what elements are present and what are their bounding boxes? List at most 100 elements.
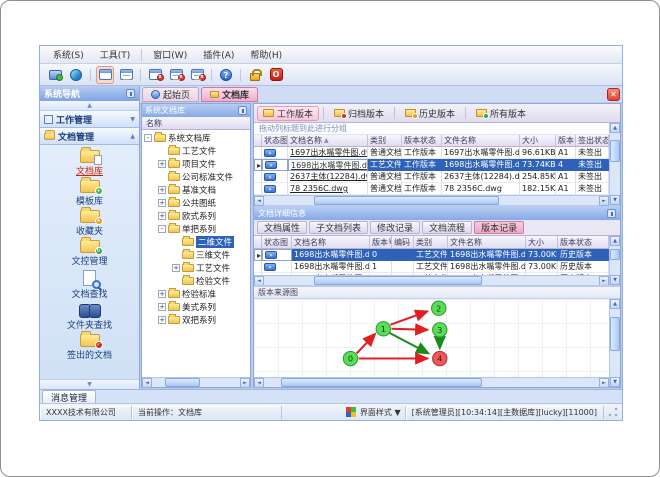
window-button[interactable] — [96, 65, 114, 84]
expand-icon[interactable]: + — [158, 315, 166, 324]
archived-version-button[interactable]: 归档版本 — [328, 106, 390, 121]
sidebar-section-work[interactable]: 工作管理 ▼ — [40, 111, 139, 128]
menu-tools[interactable]: 工具(T) — [93, 47, 138, 62]
tab-modify-record[interactable]: 修改记录 — [370, 221, 421, 234]
collapse-icon[interactable]: - — [144, 133, 152, 142]
tree-node[interactable]: + 欧式系列 — [142, 209, 250, 222]
col-version[interactable]: 版本号 — [556, 135, 576, 147]
menu-window[interactable]: 窗口(W) — [146, 47, 194, 62]
tab-doc-library[interactable]: 文档库 — [201, 87, 259, 102]
close-all-button[interactable]: x — [188, 66, 206, 84]
exit-button[interactable]: O — [267, 66, 285, 84]
version-row-selected[interactable]: ▸» 1698出水嘴零件图.dwg0 工艺文件 1698出水嘴零件图.dwg73… — [254, 249, 609, 261]
sidebar-item-checked-out[interactable]: ✓ 签出的文档 — [44, 331, 136, 362]
collapse-icon[interactable]: - — [158, 224, 166, 233]
tree-node[interactable]: + 公共图纸 — [142, 196, 250, 209]
col-code[interactable]: 编码 — [392, 236, 414, 249]
tab-doc-properties[interactable]: 文档属性 — [257, 221, 308, 234]
version-horizontal-scrollbar[interactable]: ◄ ► — [254, 275, 609, 285]
expand-icon[interactable]: + — [158, 198, 166, 207]
all-version-button[interactable]: 所有版本 — [470, 106, 532, 121]
graph-canvas[interactable]: 0 1 2 3 4 — [254, 299, 609, 377]
graph-horizontal-scrollbar[interactable]: ◄ ► — [254, 377, 609, 388]
table-horizontal-scrollbar[interactable]: ◄ ► — [254, 195, 609, 206]
tree-node[interactable]: 三维文件 — [142, 248, 250, 261]
table-vertical-scrollbar[interactable]: ▲ ▼ — [609, 123, 620, 205]
table-row[interactable]: » 2637主体(12284).dwg普通文档 工作版本2637主体(12284… — [254, 171, 609, 183]
col-category[interactable]: 类别 — [368, 135, 402, 147]
version-vertical-scrollbar[interactable]: ▲ ▼ — [609, 236, 620, 285]
table-row-selected[interactable]: ▸» 1698出水嘴零件图.dwg工艺文件 工作版本1698出水嘴零件图.dwg… — [254, 159, 609, 171]
expand-icon[interactable]: + — [158, 159, 166, 168]
col-doc-name[interactable]: 文档名称 — [292, 236, 370, 249]
tab-subdoc-list[interactable]: 子文档列表 — [309, 221, 369, 234]
sidebar-item-folder-search[interactable]: 文件夹查找 — [44, 302, 136, 332]
pin-icon[interactable] — [126, 89, 135, 98]
col-status-icon[interactable]: 状态图 — [262, 236, 292, 249]
sidebar-scroll-up[interactable]: ▲ — [40, 101, 139, 111]
col-version-state[interactable]: 版本状态 — [558, 236, 609, 249]
help-button[interactable]: ? — [217, 66, 235, 84]
tree-node[interactable]: + 基准文档 — [142, 183, 250, 196]
pin-icon[interactable] — [238, 106, 247, 115]
expand-icon[interactable]: + — [158, 185, 166, 194]
desktop-button[interactable] — [46, 66, 64, 84]
expand-icon[interactable]: + — [158, 211, 166, 220]
pin-icon[interactable] — [607, 209, 616, 218]
sidebar-item-favorites[interactable]: ★ 收藏夹 — [44, 207, 136, 238]
tree-horizontal-scrollbar[interactable]: ◄ ► — [142, 377, 250, 388]
tree-node[interactable]: + 工艺文件 — [142, 261, 250, 274]
sidebar-scroll-down[interactable]: ▼ — [40, 379, 139, 389]
tree-node[interactable]: + 项目文件 — [142, 157, 250, 170]
graph-node-0[interactable]: 0 — [342, 350, 359, 367]
col-category[interactable]: 类别 — [414, 236, 448, 249]
style-selector[interactable]: 界面样式 ▼ — [360, 407, 401, 418]
version-row[interactable]: » 1698出水嘴零件图.dwg1 工艺文件 1698出水嘴零件图.dwg73.… — [254, 261, 609, 273]
col-checkout[interactable]: 签出状态 — [576, 135, 609, 147]
graph-node-1[interactable]: 1 — [375, 321, 392, 337]
graph-vertical-scrollbar[interactable]: ▲ ▼ — [609, 299, 620, 387]
tab-start-page[interactable]: 起始页 — [142, 87, 200, 102]
sidebar-item-doc-control[interactable]: ↻ 文控管理 — [44, 237, 136, 268]
table-row[interactable]: » 78 2356C.dwg 普通文档 工作版本 78 2356C.dwg 182.… — [254, 183, 609, 195]
tab-version-record[interactable]: 版本记录 — [474, 221, 525, 234]
menu-plugin[interactable]: 插件(A) — [196, 47, 241, 62]
tree-node[interactable]: 工艺文件 — [142, 144, 250, 157]
work-version-button[interactable]: 工作版本 — [257, 105, 320, 121]
tree-node[interactable]: + 美式系列 — [142, 300, 250, 313]
expand-icon[interactable]: + — [158, 289, 166, 298]
tree-node[interactable]: - 单把系列 — [142, 222, 250, 235]
sidebar-item-doc-search[interactable]: 文档查找 — [44, 269, 136, 301]
close-group-button[interactable]: x — [167, 66, 185, 84]
col-file-name[interactable]: 文件名称 — [448, 236, 526, 249]
expand-icon[interactable]: + — [158, 302, 166, 311]
graph-node-2[interactable]: 2 — [431, 300, 447, 316]
sidebar-section-doc[interactable]: 文档管理 ▲ — [40, 128, 139, 145]
tree-node[interactable]: 检验文件 — [142, 274, 250, 287]
menu-system[interactable]: 系统(S) — [46, 47, 91, 62]
col-file-name[interactable]: 文件名称 — [442, 135, 520, 147]
table-row[interactable]: » 1697出水嘴零件图.dwg普通文档 工作版本1697出水嘴零件图.dwg … — [254, 147, 609, 159]
resize-grip[interactable] — [608, 407, 618, 417]
sidebar-item-doc-library[interactable]: 文档库 — [44, 147, 136, 178]
tree-node[interactable]: 公司标准文件 — [142, 170, 250, 183]
sidebar-item-template-library[interactable]: + 模板库 — [44, 177, 136, 208]
col-version-state[interactable]: 版本状态 — [402, 135, 442, 147]
graph-node-3[interactable]: 3 — [432, 322, 448, 338]
col-doc-name[interactable]: 文档名称 ▲ — [288, 135, 368, 147]
lock-button[interactable] — [246, 66, 264, 84]
close-tab-button[interactable]: ✕ — [607, 88, 620, 101]
tree-column-header[interactable]: 名称 — [142, 117, 250, 130]
menu-help[interactable]: 帮助(H) — [243, 47, 289, 62]
tree-node-selected[interactable]: 二维文件 — [142, 235, 250, 248]
col-status-icon[interactable]: 状态图 — [262, 135, 288, 147]
history-version-button[interactable]: 历史版本 — [399, 106, 461, 121]
col-version[interactable]: 版本号 — [370, 236, 392, 249]
window-list-button[interactable] — [117, 66, 135, 84]
close-doc-button[interactable]: x — [146, 66, 164, 84]
tab-doc-flow[interactable]: 文档流程 — [422, 221, 473, 234]
graph-node-4[interactable]: 4 — [432, 350, 448, 367]
tree-node[interactable]: - 系统文档库 — [142, 131, 250, 144]
tab-message-management[interactable]: 消息管理 — [42, 390, 97, 404]
tree-node[interactable]: + 双把系列 — [142, 313, 250, 326]
